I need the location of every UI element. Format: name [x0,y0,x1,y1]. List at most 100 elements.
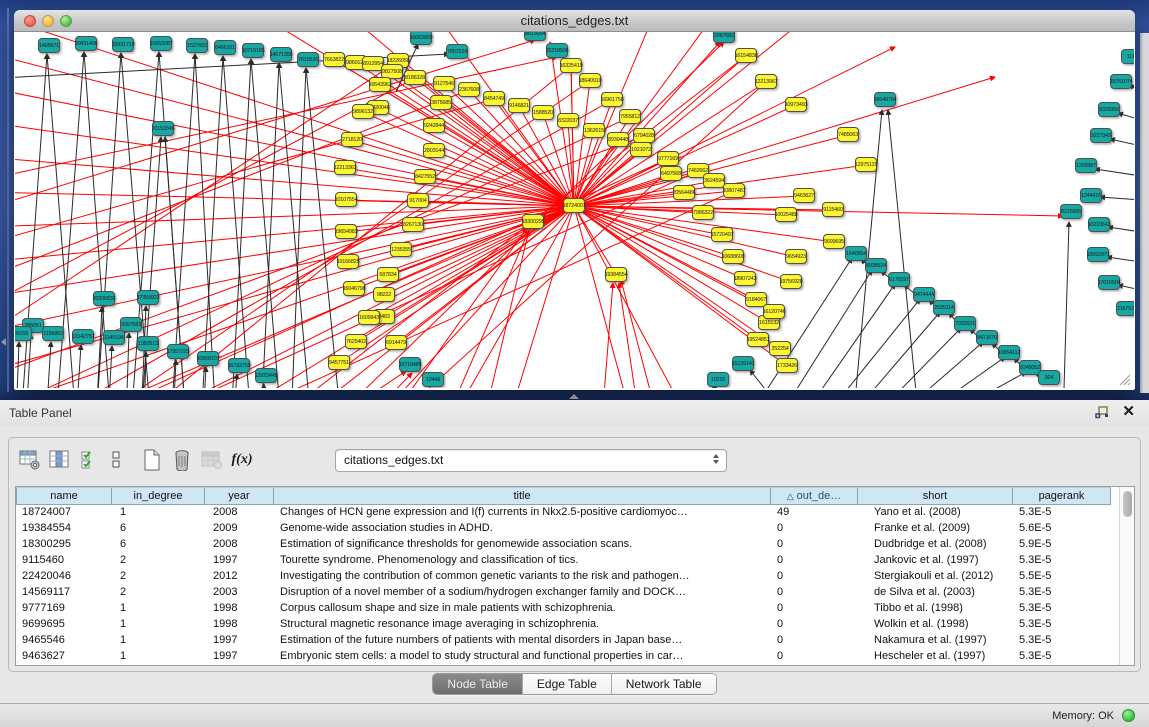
graph-node[interactable]: 10719185 [242,43,264,58]
graph-node[interactable]: 12342757 [72,329,94,344]
graph-node[interactable]: 9115460 [822,202,844,217]
graph-edge[interactable] [1118,285,1134,290]
graph-node[interactable]: 1209387 [1075,158,1097,173]
graph-node[interactable]: 10210643 [1088,217,1110,232]
float-panel-icon[interactable] [1095,406,1109,419]
graph-node[interactable]: 10653287 [150,36,172,51]
graph-node[interactable]: 7932621 [954,316,976,331]
graph-node[interactable]: 16543962 [369,77,391,92]
table-settings-icon[interactable] [15,446,45,474]
column-header-year[interactable]: year [205,487,274,505]
graph-node[interactable]: 2718120 [341,132,363,147]
graph-node[interactable]: 1235355 [390,242,412,257]
graph-node[interactable]: 924 [1038,370,1060,385]
graph-node[interactable]: 18724007 [563,198,585,213]
table-row[interactable]: 977716911998Corpus callosum shape and si… [16,601,1119,617]
graph-edge[interactable] [888,110,919,388]
graph-node[interactable]: 8471676 [976,330,998,345]
collapse-panel-arrow-icon[interactable] [1,338,6,346]
graph-node[interactable]: 17957223 [167,344,189,359]
graph-node[interactable]: 8938924 [865,258,887,273]
graph-node[interactable]: 15218506 [546,43,568,58]
column-header-name[interactable]: name [16,487,112,505]
graph-node[interactable]: 1609943 [358,310,380,325]
graph-node[interactable]: 15718485 [399,357,421,372]
graph-node[interactable]: 20564486 [673,185,695,200]
column-header-pagerank[interactable]: pagerank [1013,487,1111,505]
graph-node[interactable]: 9896132 [352,104,374,119]
graph-node[interactable]: 18640910 [579,73,601,88]
import-table-icon[interactable] [197,446,227,474]
graph-node[interactable]: 9329366 [1098,102,1120,117]
graph-edge[interactable] [231,59,251,388]
graph-node[interactable]: 12448 [422,372,444,387]
graph-edge[interactable] [799,284,895,388]
network-graph-canvas[interactable]: 1405571 20691406 19931719 10653287 1527602 64… [15,32,1134,388]
graph-node[interactable]: 1921072 [630,142,652,157]
graph-node[interactable]: 1405571 [38,38,60,53]
graph-node[interactable]: 9242844 [423,118,445,133]
close-window-button[interactable] [24,15,36,27]
graph-node[interactable]: 10216 [707,372,729,387]
close-panel-icon[interactable]: ✕ [1122,404,1135,420]
table-row[interactable]: 946362711997Embryonic stem cells: a mode… [16,649,1119,665]
graph-node[interactable]: 10807487 [723,183,745,198]
table-scrollbar-thumb[interactable] [1123,491,1132,517]
select-rows-icon[interactable] [75,446,105,474]
graph-node[interactable]: 16782759 [228,358,250,373]
graph-node[interactable]: 20691406 [75,36,97,51]
graph-edge[interactable] [1100,197,1134,200]
graph-node[interactable]: 587834 [377,267,399,282]
graph-node[interactable]: 9699695 [823,234,845,249]
graph-edge[interactable] [821,299,920,388]
column-header-out_de[interactable]: △out_de… [771,487,858,505]
graph-node[interactable]: 10654112 [998,345,1020,360]
graph-node[interactable]: 9227343 [1090,128,1112,143]
row-height-icon[interactable] [105,446,127,474]
graph-node[interactable]: 9777169 [657,151,679,166]
graph-edge[interactable] [15,32,574,206]
graph-edge[interactable] [108,346,112,388]
graph-node[interactable]: 7663822 [323,52,345,67]
graph-node[interactable]: 7485063 [837,127,859,142]
graph-node[interactable]: 20206535 [93,291,115,306]
graph-node[interactable]: 9654923 [785,249,807,264]
graph-node[interactable]: 16961758 [601,92,623,107]
graph-node[interactable]: 8930448 [607,132,629,147]
graph-node[interactable]: 18907243 [734,271,756,286]
graph-node[interactable]: 1527602 [186,38,208,53]
graph-node[interactable]: 7625402 [345,334,367,349]
graph-edge[interactable] [1108,227,1134,232]
graph-node[interactable]: 15751074 [1110,74,1132,89]
tab-node-table[interactable]: Node Table [433,674,523,694]
graph-node[interactable]: 18300295 [522,214,544,229]
graph-edge[interactable] [913,357,1005,388]
graph-node[interactable]: 39159 [15,326,32,341]
graph-node[interactable]: 15720407 [711,227,733,242]
graph-edge[interactable] [891,342,983,388]
graph-node[interactable]: 16053809 [410,32,432,45]
graph-edge[interactable] [601,283,613,388]
graph-node[interactable]: 16120746 [763,304,785,319]
graph-edge[interactable] [15,57,557,182]
graph-node[interactable]: 1733426 [776,358,798,373]
graph-node[interactable]: 17359923 [137,290,159,305]
graph-node[interactable]: 10688609 [722,249,744,264]
graph-node[interactable]: 8813054 [524,32,546,41]
graph-node[interactable]: 9474444 [913,287,935,302]
graph-node[interactable]: 1156863 [42,326,64,341]
table-selector-dropdown[interactable]: citations_edges.txt [335,449,727,472]
graph-node[interactable]: 12213967 [755,74,777,89]
graph-node[interactable]: 1362615 [583,123,605,138]
graph-node[interactable]: 19524851 [747,332,769,347]
graph-node[interactable]: 1145194 [103,330,125,345]
table-scrollbar[interactable] [1119,487,1134,665]
graph-node[interactable]: 1244415 [1080,188,1102,203]
graph-node[interactable]: 19931719 [112,37,134,52]
graph-node[interactable]: 8186328 [404,70,426,85]
graph-edge[interactable] [574,206,1063,216]
graph-node[interactable]: 6497568 [660,166,682,181]
new-table-icon[interactable] [137,446,167,474]
graph-edge[interactable] [441,103,574,206]
graph-node[interactable]: 1112 [1121,49,1134,64]
